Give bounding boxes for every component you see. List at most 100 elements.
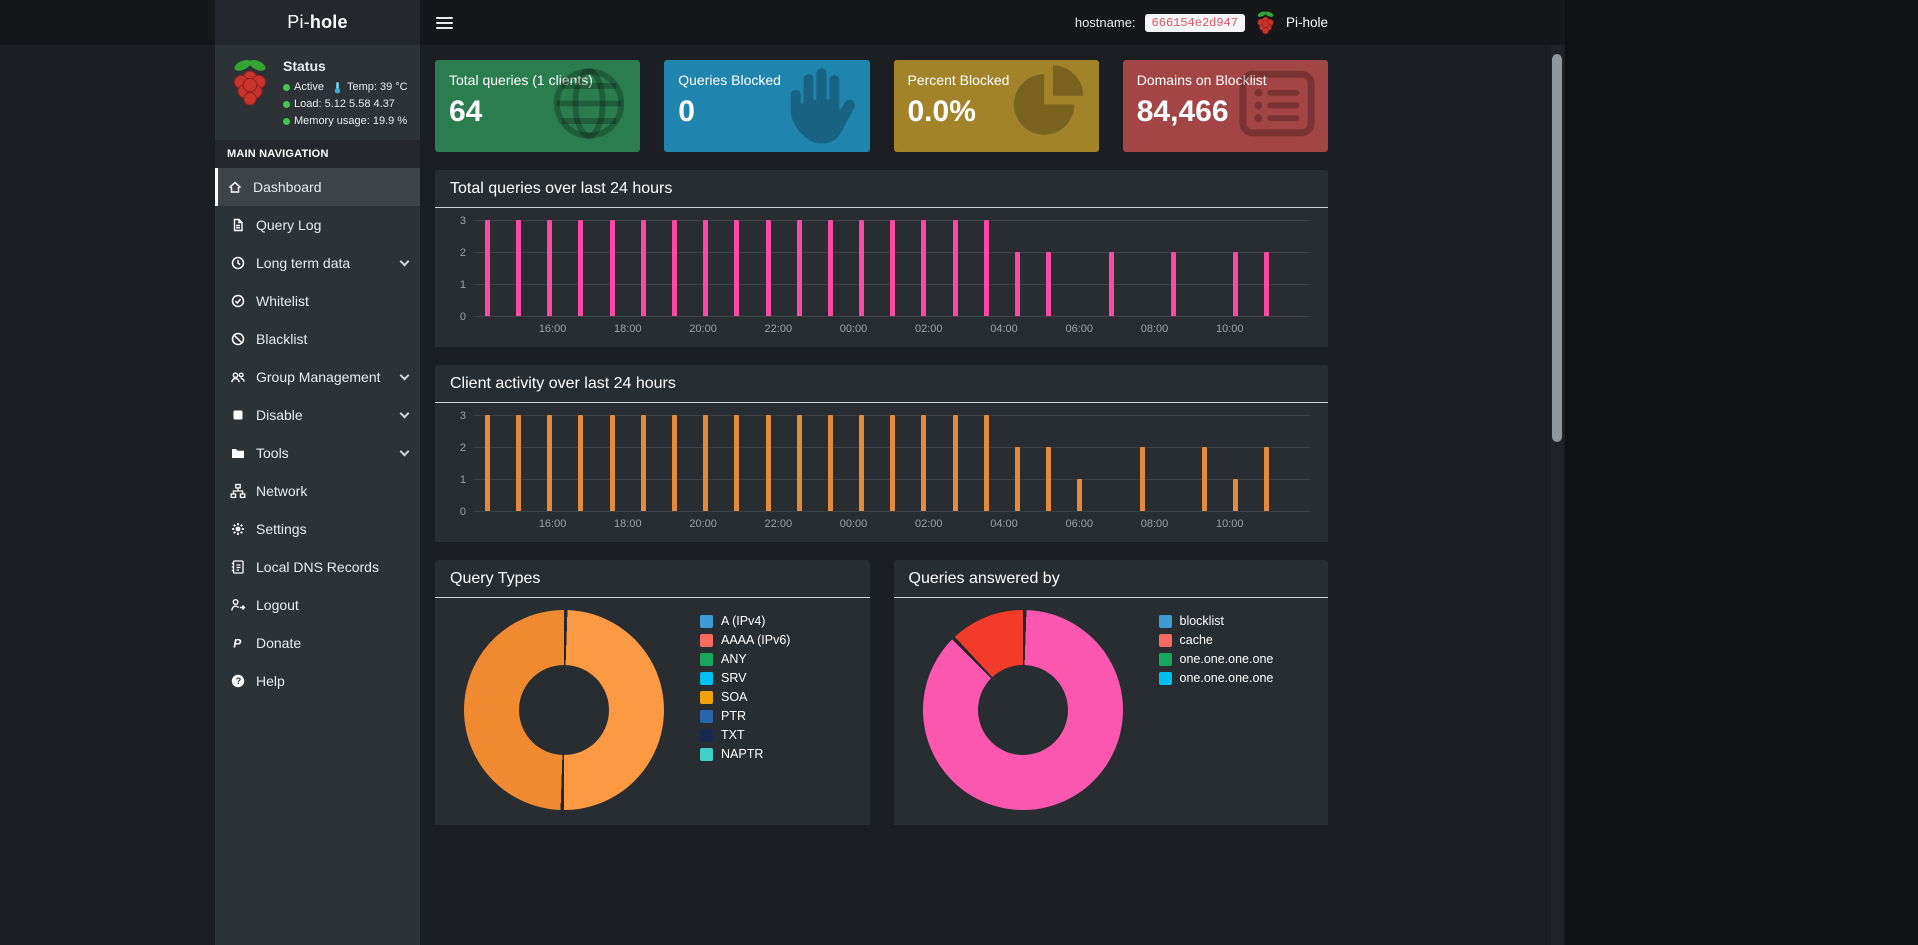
chart-bar[interactable] [516,415,522,511]
legend-item[interactable]: one.one.one.one [1158,652,1273,666]
panel-queries-answered-by: Queries answered by blocklist cache one.on… [893,560,1328,825]
sidebar-item-settings[interactable]: Settings [215,510,420,548]
chart-plot-area[interactable]: 0 1 2 3 [460,410,1310,518]
legend-item[interactable]: A (IPv4) [700,614,790,628]
legend-item[interactable]: blocklist [1158,614,1274,628]
legend-label: SOA [721,690,748,704]
sidebar-item-label: Settings [256,521,307,538]
chart-bar[interactable] [734,415,740,511]
legend-item[interactable]: SOA [700,690,790,704]
chart-bar[interactable] [1264,447,1270,511]
legend-item[interactable]: NAPTR [700,747,790,761]
legend-label: ANY [721,652,747,666]
sidebar-toggle-hamburger-icon[interactable] [420,0,469,45]
chart-bar[interactable] [516,220,522,316]
chart-bar[interactable] [1014,447,1020,511]
chart-bar[interactable] [890,415,896,511]
sidebar-item-group-management[interactable]: Group Management [215,358,420,396]
chart-bar[interactable] [890,220,896,316]
sidebar-item-local-dns-records[interactable]: Local DNS Records [215,548,420,586]
chart-bar[interactable] [671,415,677,511]
sidebar-item-help[interactable]: ? Help [215,662,420,700]
chart-bar[interactable] [484,415,490,511]
hostname-value-badge: 666154e2d947 [1144,13,1245,32]
chart-bar[interactable] [859,415,865,511]
sidebar-item-blacklist[interactable]: Blacklist [215,320,420,358]
chart-bar[interactable] [983,220,989,316]
status-line-memory: Memory usage: 19.9 % [283,114,408,129]
status-active-text: Active [294,80,324,93]
sidebar-item-network[interactable]: Network [215,472,420,510]
chart-plot-area[interactable]: 0 1 2 3 [460,215,1310,323]
x-tick-label: 06:00 [1065,323,1094,335]
chart-bar[interactable] [640,415,646,511]
window-scrollbar-thumb[interactable] [1552,54,1562,442]
chart-bar[interactable] [484,220,490,316]
clock-icon [230,255,246,271]
chart-bar[interactable] [952,415,958,511]
x-tick-label: 08:00 [1140,323,1169,335]
chart-bar[interactable] [1077,479,1083,511]
legend-item[interactable]: AAAA (IPv6) [700,633,790,647]
sidebar-item-dashboard[interactable]: Dashboard [215,168,420,207]
chart-bar[interactable] [952,220,958,316]
legend-item[interactable]: PTR [700,709,790,723]
chart-x-axis: 16:00 18:00 20:00 22:00 00:00 02:00 04:00 06:00… [474,512,1310,534]
chart-bar[interactable] [1264,252,1270,316]
chart-bar[interactable] [765,415,771,511]
chart-bar[interactable] [734,220,740,316]
query-types-donut-chart[interactable] [464,610,664,810]
queries-answered-donut-chart[interactable] [922,610,1123,810]
chart-bar[interactable] [827,220,833,316]
chart-bar[interactable] [1233,252,1239,316]
chart-bar[interactable] [1139,447,1145,511]
chart-bar[interactable] [1170,252,1176,316]
chart-bar[interactable] [1046,447,1052,511]
chart-bar[interactable] [671,220,677,316]
chart-bar[interactable] [578,415,584,511]
chart-legend: A (IPv4) AAAA (IPv6) ANY SRV SOA PTR TXT NAPTR [700,610,790,766]
sidebar-item-donate[interactable]: P Donate [215,624,420,662]
brand-logo-link[interactable]: Pi-hole [215,0,420,45]
chart-bar[interactable] [1046,252,1052,316]
chart-bar[interactable] [1202,447,1208,511]
chart-bar[interactable] [609,415,615,511]
chart-bar[interactable] [796,220,802,316]
panel-title: Query Types [450,570,541,587]
sidebar-item-tools[interactable]: Tools [215,434,420,472]
chart-bar[interactable] [1108,252,1114,316]
chart-bar[interactable] [859,220,865,316]
legend-item[interactable]: one.one.one.one [1158,671,1273,685]
chart-bar[interactable] [827,415,833,511]
chart-bar[interactable] [796,415,802,511]
chart-bar[interactable] [640,220,646,316]
gears-icon [230,521,246,537]
sidebar-item-query-log[interactable]: Query Log [215,206,420,244]
sidebar-item-logout[interactable]: Logout [215,586,420,624]
chart-bar[interactable] [1233,479,1239,511]
legend-item[interactable]: ANY [700,652,790,666]
legend-item[interactable]: SRV [700,671,790,685]
sidebar-item-label: Query Log [256,217,322,234]
chart-bar[interactable] [765,220,771,316]
window-scrollbar-track[interactable] [1551,45,1563,945]
sidebar-item-label: Tools [256,445,289,462]
chart-bar[interactable] [921,415,927,511]
y-tick-label: 3 [459,410,466,422]
chart-bar[interactable] [578,220,584,316]
sidebar-item-disable[interactable]: Disable [215,396,420,434]
chart-legend: blocklist cache one.one.one.one one.one.one… [1158,610,1274,690]
chart-bar[interactable] [1014,252,1020,316]
sidebar-item-long-term-data[interactable]: Long term data [215,244,420,282]
legend-item[interactable]: TXT [700,728,790,742]
sidebar-item-whitelist[interactable]: Whitelist [215,282,420,320]
chart-bar[interactable] [921,220,927,316]
chart-bar[interactable] [547,415,553,511]
chart-bar[interactable] [547,220,553,316]
chart-bar[interactable] [703,415,709,511]
chart-bar[interactable] [609,220,615,316]
chart-bar[interactable] [703,220,709,316]
chart-bar[interactable] [983,415,989,511]
status-ok-dot-icon [283,117,290,125]
legend-item[interactable]: cache [1158,633,1274,647]
